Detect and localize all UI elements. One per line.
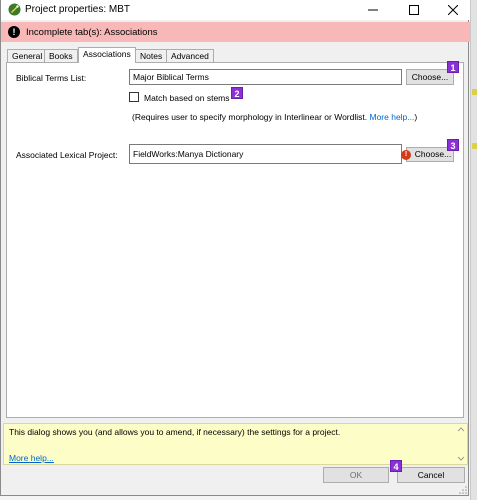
tab-advanced[interactable]: Advanced	[166, 49, 214, 62]
callout-badge-3: 3	[447, 139, 459, 151]
match-stems-label: Match based on stems	[144, 93, 230, 103]
lexical-project-field[interactable]: FieldWorks:Manya Dictionary	[129, 144, 402, 164]
callout-badge-2: 2	[231, 87, 243, 99]
info-description: This dialog shows you (and allows you to…	[9, 427, 341, 437]
tab-general[interactable]: General	[7, 49, 48, 62]
minimize-button[interactable]	[356, 0, 390, 20]
scroll-arrows-icon	[457, 427, 465, 461]
maximize-button[interactable]	[397, 0, 431, 20]
background-window-edge	[470, 0, 477, 500]
biblical-terms-field[interactable]: Major Biblical Terms	[129, 69, 402, 85]
resize-grip-icon[interactable]	[459, 486, 468, 495]
background-marker	[472, 143, 477, 149]
ok-button[interactable]: OK	[323, 467, 389, 483]
morphology-note-text: (Requires user to specify morphology in …	[132, 112, 368, 122]
match-stems-checkbox[interactable]	[129, 92, 139, 102]
error-icon: !	[8, 26, 20, 38]
tab-books[interactable]: Books	[44, 49, 78, 62]
close-button[interactable]	[436, 0, 470, 20]
lexical-project-label: Associated Lexical Project:	[16, 150, 118, 160]
warning-icon: !	[401, 150, 411, 160]
tab-notes[interactable]: Notes	[135, 49, 168, 62]
background-marker	[472, 89, 477, 95]
callout-badge-4: 4	[390, 460, 402, 472]
close-icon	[448, 5, 458, 15]
closing-paren: )	[414, 112, 418, 122]
error-message: Incomplete tab(s): Associations	[26, 27, 158, 38]
maximize-icon	[409, 5, 419, 15]
info-scrollbar[interactable]	[457, 426, 465, 464]
error-banner: ! Incomplete tab(s): Associations	[1, 22, 470, 42]
cancel-button[interactable]: Cancel	[397, 467, 465, 483]
more-help-inline-link[interactable]: More help...	[369, 112, 414, 122]
choose-lexical-label: Choose...	[414, 149, 452, 159]
tab-associations[interactable]: Associations	[78, 47, 136, 63]
minimize-icon	[368, 9, 378, 11]
more-help-link[interactable]: More help...	[9, 453, 54, 463]
title-bar: Project properties: MBT	[1, 0, 470, 20]
help-info-area: This dialog shows you (and allows you to…	[3, 423, 468, 465]
biblical-terms-label: Biblical Terms List:	[16, 73, 87, 83]
paratext-app-icon	[8, 3, 21, 16]
morphology-note: (Requires user to specify morphology in …	[132, 112, 417, 122]
window-title: Project properties: MBT	[25, 4, 131, 15]
callout-badge-1: 1	[447, 61, 459, 73]
project-properties-dialog: Project properties: MBT ! Incomplete tab…	[0, 0, 470, 496]
associations-panel: Biblical Terms List: Major Biblical Term…	[6, 61, 464, 418]
